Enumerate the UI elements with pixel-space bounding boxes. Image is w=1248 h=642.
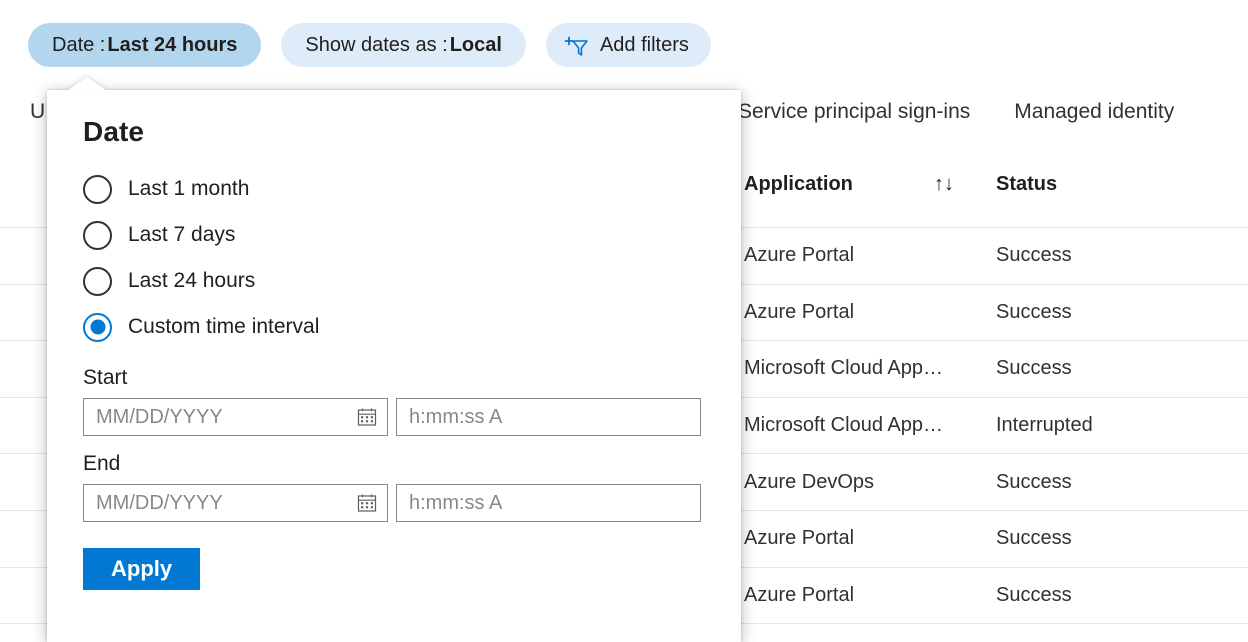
column-application-sort-icon[interactable]: ↑↓ bbox=[934, 173, 996, 196]
date-filter-callout: Date Last 1 month Last 7 days Last 24 ho… bbox=[47, 90, 741, 642]
cell-status: Interrupted bbox=[996, 414, 1216, 437]
radio-icon bbox=[83, 267, 112, 296]
filter-pill-show-dates-as[interactable]: Show dates as : Local bbox=[281, 23, 526, 67]
tab-managed-identity-label: Managed identity bbox=[1014, 100, 1174, 123]
start-time-input[interactable] bbox=[397, 406, 700, 429]
cell-application: Microsoft Cloud App… bbox=[744, 414, 996, 437]
panel-title: Date bbox=[83, 116, 707, 148]
filter-pill-date-prefix: Date : bbox=[52, 34, 105, 57]
column-header-status[interactable]: Status bbox=[996, 173, 1196, 196]
radio-option-label: Last 7 days bbox=[128, 223, 235, 247]
cell-status: Success bbox=[996, 527, 1216, 550]
add-filters-button[interactable]: Add filters bbox=[546, 23, 711, 67]
radio-option-label: Last 24 hours bbox=[128, 269, 255, 293]
filter-pill-show-dates-as-prefix: Show dates as : bbox=[305, 34, 447, 57]
filter-pill-show-dates-as-value: Local bbox=[450, 34, 502, 57]
radio-icon bbox=[83, 221, 112, 250]
radio-option-last-1-month[interactable]: Last 1 month bbox=[83, 166, 707, 212]
start-time-input-wrapper[interactable] bbox=[396, 398, 701, 436]
radio-option-last-24-hours[interactable]: Last 24 hours bbox=[83, 258, 707, 304]
end-date-input[interactable] bbox=[84, 492, 387, 515]
radio-option-label: Last 1 month bbox=[128, 177, 249, 201]
add-filter-funnel-icon bbox=[564, 32, 590, 58]
tab-managed-identity[interactable]: Managed identity bbox=[1014, 90, 1174, 124]
cell-application: Azure Portal bbox=[744, 301, 996, 324]
radio-icon-selected bbox=[83, 313, 112, 342]
end-label: End bbox=[83, 452, 707, 476]
tab-user-sign-ins-label: U bbox=[30, 100, 45, 123]
cell-application: Azure DevOps bbox=[744, 471, 996, 494]
column-header-application[interactable]: Application bbox=[744, 173, 934, 196]
start-date-input-wrapper[interactable] bbox=[83, 398, 388, 436]
add-filters-label: Add filters bbox=[600, 34, 689, 57]
tab-user-sign-ins[interactable]: U bbox=[30, 90, 48, 124]
start-field-row bbox=[83, 398, 707, 436]
tab-service-principal-sign-ins-label: Service principal sign-ins bbox=[738, 100, 970, 123]
callout-beak bbox=[67, 77, 107, 91]
filter-pill-date[interactable]: Date : Last 24 hours bbox=[28, 23, 261, 67]
filter-bar: Date : Last 24 hours Show dates as : Loc… bbox=[0, 0, 1248, 90]
cell-status: Success bbox=[996, 301, 1216, 324]
end-field-row bbox=[83, 484, 707, 522]
radio-icon bbox=[83, 175, 112, 204]
end-date-input-wrapper[interactable] bbox=[83, 484, 388, 522]
radio-option-custom-time-interval[interactable]: Custom time interval bbox=[83, 304, 707, 350]
tab-service-principal-sign-ins[interactable]: Service principal sign-ins bbox=[738, 90, 970, 124]
start-label: Start bbox=[83, 366, 707, 390]
end-time-input-wrapper[interactable] bbox=[396, 484, 701, 522]
cell-application: Microsoft Cloud App… bbox=[744, 357, 996, 380]
cell-status: Success bbox=[996, 471, 1216, 494]
start-date-input[interactable] bbox=[84, 406, 387, 429]
end-time-input[interactable] bbox=[397, 492, 700, 515]
cell-application: Azure Portal bbox=[744, 584, 996, 607]
filter-pill-date-value: Last 24 hours bbox=[107, 34, 237, 57]
cell-status: Success bbox=[996, 584, 1216, 607]
cell-application: Azure Portal bbox=[744, 244, 996, 267]
apply-button[interactable]: Apply bbox=[83, 548, 200, 590]
cell-status: Success bbox=[996, 244, 1216, 267]
cell-application: Azure Portal bbox=[744, 527, 996, 550]
radio-option-label: Custom time interval bbox=[128, 315, 319, 339]
cell-status: Success bbox=[996, 357, 1216, 380]
radio-option-last-7-days[interactable]: Last 7 days bbox=[83, 212, 707, 258]
